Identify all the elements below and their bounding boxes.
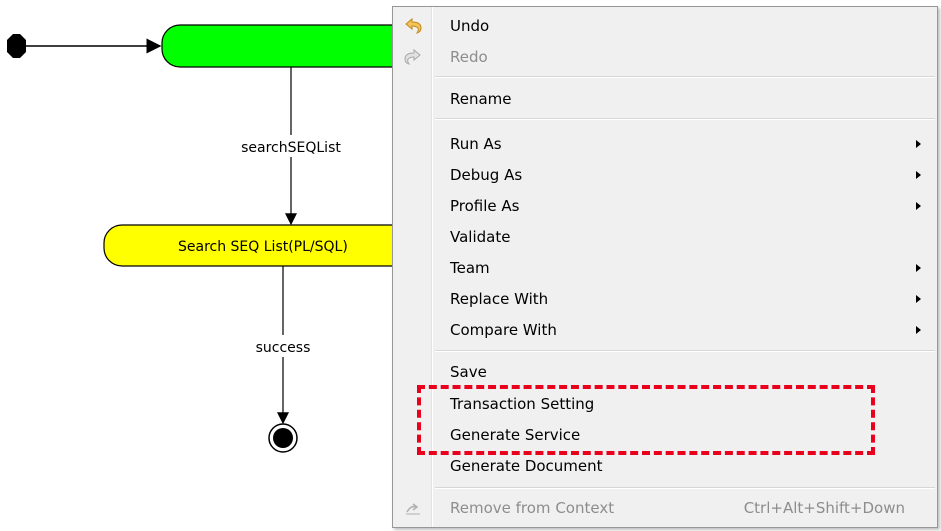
submenu-arrow-icon	[916, 140, 921, 148]
menu-item-redo[interactable]: Redo	[395, 42, 935, 72]
menu-item-rename[interactable]: Rename	[395, 84, 935, 114]
initial-state[interactable]	[7, 34, 26, 58]
menu-label-remove-from-context: Remove from Context	[450, 499, 615, 517]
menu-label-team: Team	[450, 259, 490, 277]
menu-label-undo: Undo	[450, 17, 490, 35]
menu-label-save: Save	[450, 363, 487, 381]
activity-label-search-seq-list: Search SEQ List(PL/SQL)	[178, 239, 348, 255]
menu-label-replace-with: Replace With	[450, 290, 549, 308]
menu-shortcut-remove-from-context: Ctrl+Alt+Shift+Down	[743, 499, 905, 517]
submenu-arrow-icon	[916, 202, 921, 210]
submenu-arrow-icon	[916, 326, 921, 334]
menu-item-replace-with[interactable]: Replace With	[395, 284, 935, 314]
menu-label-redo: Redo	[450, 48, 488, 66]
final-state[interactable]	[268, 423, 298, 453]
menu-item-team[interactable]: Team	[395, 253, 935, 283]
transition-label-searchseqlist[interactable]: searchSEQList	[241, 140, 341, 156]
remove-context-icon	[401, 497, 425, 519]
submenu-arrow-icon	[916, 171, 921, 179]
menu-label-rename: Rename	[450, 90, 512, 108]
menu-separator	[435, 118, 935, 120]
menu-label-debug-as: Debug As	[450, 166, 523, 184]
redo-icon	[401, 46, 425, 68]
menu-item-debug-as[interactable]: Debug As	[395, 160, 935, 190]
menu-item-generate-document[interactable]: Generate Document	[395, 451, 935, 481]
menu-label-generate-document: Generate Document	[450, 457, 603, 475]
transition-label-success[interactable]: success	[256, 340, 311, 356]
menu-label-compare-with: Compare With	[450, 321, 557, 339]
menu-item-undo[interactable]: Undo	[395, 11, 935, 41]
highlight-annotation-box	[417, 385, 875, 455]
menu-separator	[435, 487, 935, 489]
menu-item-validate[interactable]: Validate	[395, 222, 935, 252]
menu-separator	[435, 350, 935, 352]
menu-item-run-as[interactable]: Run As	[395, 129, 935, 159]
submenu-arrow-icon	[916, 264, 921, 272]
undo-icon	[401, 15, 425, 37]
activity-top-green[interactable]	[161, 24, 423, 68]
menu-separator	[435, 76, 935, 78]
menu-label-profile-as: Profile As	[450, 197, 520, 215]
menu-item-compare-with[interactable]: Compare With	[395, 315, 935, 345]
menu-label-run-as: Run As	[450, 135, 502, 153]
menu-label-validate: Validate	[450, 228, 511, 246]
menu-item-profile-as[interactable]: Profile As	[395, 191, 935, 221]
submenu-arrow-icon	[916, 295, 921, 303]
menu-item-save[interactable]: Save	[395, 357, 935, 387]
menu-item-remove-from-context[interactable]: Remove from Context Ctrl+Alt+Shift+Down	[395, 493, 935, 523]
